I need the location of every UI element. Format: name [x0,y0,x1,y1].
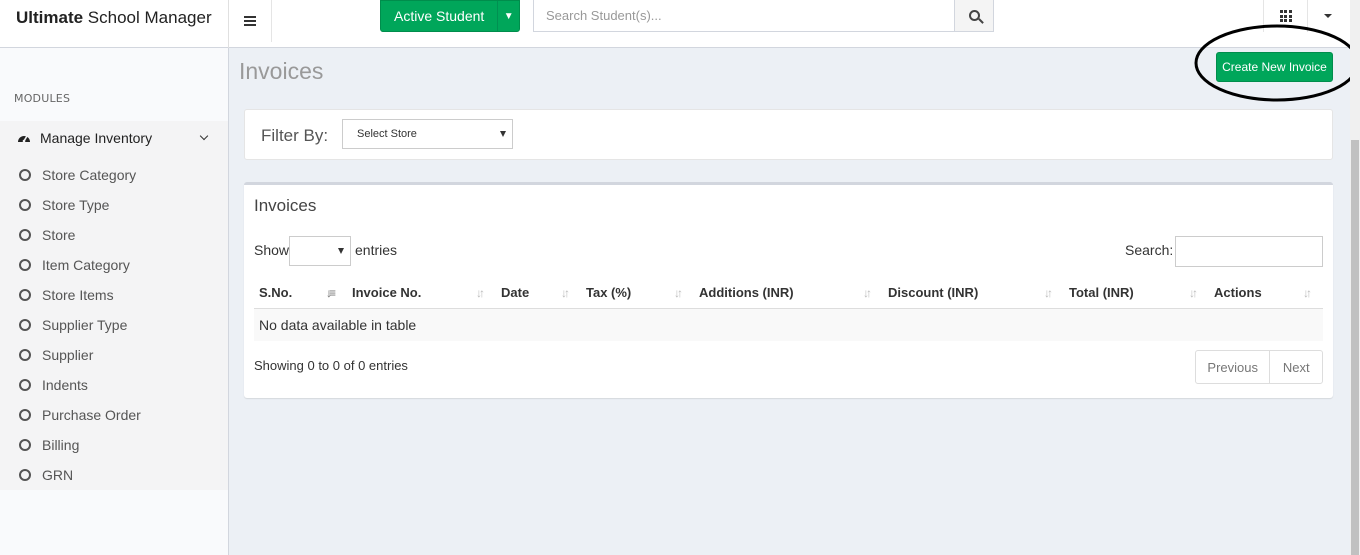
column-header-actions[interactable]: Actions [1214,285,1262,300]
scrollbar-thumb[interactable] [1351,140,1359,555]
column-header-invoice-no[interactable]: Invoice No. [352,285,421,300]
sidebar-item-label: Supplier Type [42,317,128,333]
circle-icon [19,469,31,481]
sidebar-item-supplier[interactable]: Supplier [0,341,228,371]
student-search [533,0,994,32]
empty-table-message: No data available in table [259,317,417,333]
sidebar-item-label: Item Category [42,257,130,273]
filter-label: Filter By: [261,126,329,145]
previous-page-button[interactable]: Previous [1196,351,1271,383]
search-icon [968,10,980,21]
grid-icon [1279,10,1292,22]
sidebar-toggle-button[interactable] [229,0,272,42]
entries-length-select[interactable] [289,236,351,266]
active-student-label: Active Student [394,8,485,24]
sidebar-item-supplier-type[interactable]: Supplier Type [0,311,228,341]
active-student-button[interactable]: Active Student ▼ [380,0,520,32]
user-menu-caret-icon[interactable] [1308,0,1348,32]
brand-logo[interactable]: Ultimate School Manager [0,0,229,48]
student-search-input[interactable] [534,0,954,31]
sort-icon[interactable]: ↓↑ [561,286,570,300]
store-select-value: Select Store [357,128,417,140]
circle-icon [19,349,31,361]
sidebar-item-manage-inventory[interactable]: Manage Inventory [0,121,228,155]
sidebar-item-label: Billing [42,437,80,453]
brand-bold: Ultimate [16,8,84,27]
table-search-input[interactable] [1175,236,1323,267]
filter-panel: Filter By: Select Store [244,109,1333,160]
sidebar-item-item-category[interactable]: Item Category [0,251,228,281]
circle-icon [19,169,31,181]
sidebar-item-label: Store Type [42,197,110,213]
circle-icon [19,259,31,271]
next-page-button[interactable]: Next [1270,351,1322,383]
sidebar-item-store-type[interactable]: Store Type [0,191,228,221]
pagination: Previous Next [1195,350,1323,384]
sidebar-item-indents[interactable]: Indents [0,371,228,401]
chevron-down-icon [199,131,209,141]
table-info: Showing 0 to 0 of 0 entries [254,358,408,373]
sidebar-item-label: Purchase Order [42,407,141,423]
sidebar-item-label: GRN [42,467,74,483]
sidebar-item-billing[interactable]: Billing [0,431,228,461]
dropdown-arrow-icon [338,248,344,254]
column-header-sno[interactable]: S.No. [259,285,292,300]
dashboard-icon [18,135,30,143]
sort-icon[interactable]: ↓↑ [1044,286,1053,300]
table-search-label: Search: [1125,242,1174,258]
apps-menu-button[interactable] [1263,0,1308,32]
column-header-discount[interactable]: Discount (INR) [888,285,978,300]
sidebar-item-grn[interactable]: GRN [0,461,228,491]
sort-icon[interactable]: ↓↑ [1303,286,1312,300]
column-header-date[interactable]: Date [501,285,529,300]
brand-rest: School Manager [83,8,212,27]
sidebar-item-label: Store Items [42,287,114,303]
search-button[interactable] [954,0,993,31]
sort-asc-icon[interactable]: ↓≡ [326,286,336,300]
caret-down-icon[interactable]: ▼ [497,1,519,31]
circle-icon [19,409,31,421]
top-navbar: Ultimate School Manager Active Student ▼ [0,0,1360,48]
sidebar-item-purchase-order[interactable]: Purchase Order [0,401,228,431]
sidebar-parent-label: Manage Inventory [40,130,153,146]
circle-icon [19,319,31,331]
store-select[interactable]: Select Store [342,119,513,149]
page-scrollbar[interactable] [1350,0,1360,555]
column-header-additions[interactable]: Additions (INR) [699,285,794,300]
sort-icon[interactable]: ↓↑ [476,286,485,300]
circle-icon [19,289,31,301]
sort-icon[interactable]: ↓↑ [1189,286,1198,300]
sidebar: MODULES Manage Inventory Store Category … [0,48,229,555]
table-header: S.No. ↓≡ Invoice No. ↓↑ Date ↓↑ Tax (%) … [254,282,1323,309]
sort-icon[interactable]: ↓↑ [863,286,872,300]
sidebar-item-store-category[interactable]: Store Category [0,161,228,191]
column-header-tax[interactable]: Tax (%) [586,285,631,300]
table-row: No data available in table [254,309,1323,341]
circle-icon [19,439,31,451]
sort-icon[interactable]: ↓↑ [674,286,683,300]
sidebar-header: MODULES [14,92,71,105]
sidebar-item-label: Store [42,227,76,243]
sidebar-item-store[interactable]: Store [0,221,228,251]
show-label: Show [254,242,290,258]
create-new-invoice-button[interactable]: Create New Invoice [1216,52,1333,82]
sidebar-menu: Manage Inventory Store Category Store Ty… [0,121,228,490]
page-title: Invoices [239,58,324,84]
dropdown-arrow-icon [500,131,506,137]
circle-icon [19,199,31,211]
hamburger-icon [244,16,256,26]
sidebar-item-store-items[interactable]: Store Items [0,281,228,311]
sidebar-item-label: Supplier [42,347,94,363]
circle-icon [19,229,31,241]
column-header-total[interactable]: Total (INR) [1069,285,1134,300]
invoices-table-panel: Invoices Show entries Search: S.No. ↓≡ I… [244,182,1333,398]
sidebar-item-label: Store Category [42,167,137,183]
sidebar-item-label: Indents [42,377,88,393]
panel-title: Invoices [254,196,317,215]
circle-icon [19,379,31,391]
entries-label: entries [355,242,398,258]
